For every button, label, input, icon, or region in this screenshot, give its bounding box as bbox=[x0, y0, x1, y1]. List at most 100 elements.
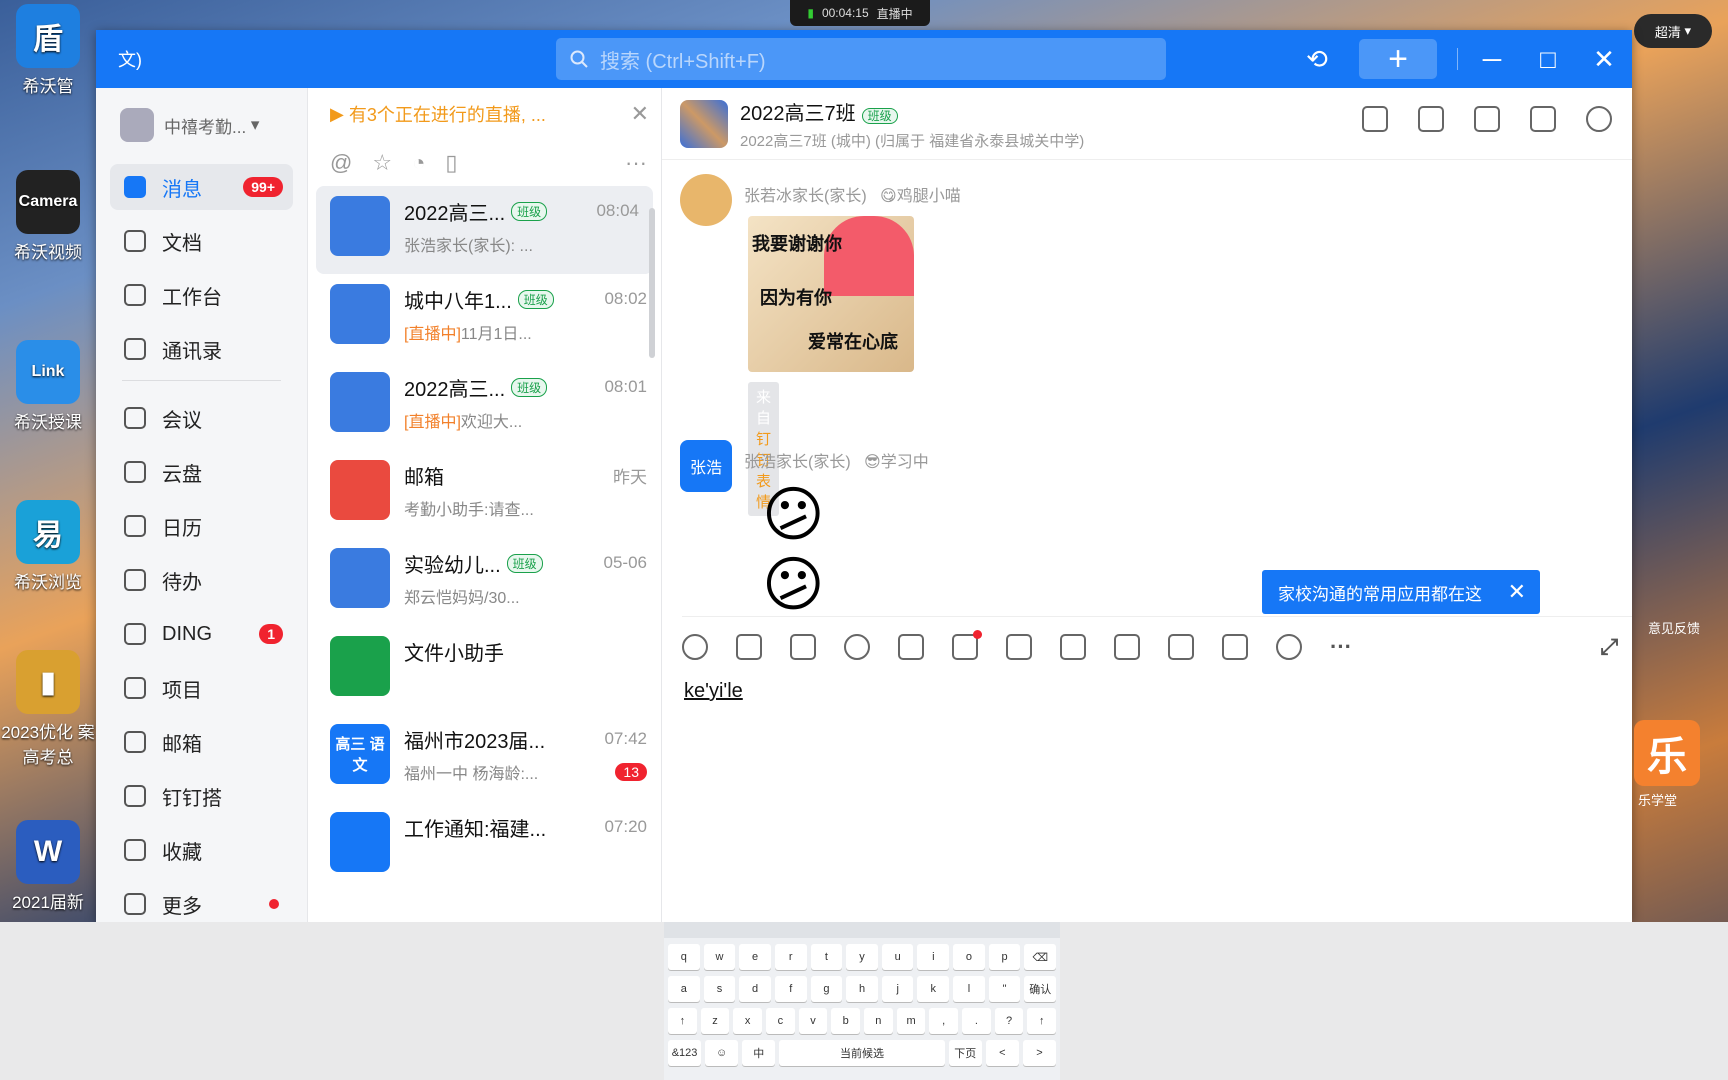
conversation-item[interactable]: 城中八年1... 班级 08:02 [直播中] 11月1日... bbox=[308, 274, 661, 362]
keyboard-key[interactable]: j bbox=[881, 976, 914, 1002]
desktop-icon[interactable]: 盾希沃管 bbox=[0, 4, 96, 97]
sender-avatar[interactable]: 张浩 bbox=[680, 440, 732, 492]
sidebar-item[interactable]: 消息 99+ bbox=[110, 164, 293, 210]
keyboard-key[interactable]: n bbox=[864, 1008, 893, 1034]
desktop-icon[interactable]: Camera 希沃视频 bbox=[0, 170, 96, 263]
keyboard-key[interactable]: b bbox=[831, 1008, 861, 1034]
keyboard-key[interactable]: i bbox=[917, 944, 950, 970]
keyboard-key[interactable]: c bbox=[766, 1008, 795, 1034]
sidebar-item[interactable]: 文档 bbox=[110, 218, 293, 264]
keyboard-key[interactable]: z bbox=[700, 1008, 730, 1034]
sidebar-item[interactable]: 更多 bbox=[110, 881, 293, 927]
conversation-item[interactable]: 高三 语文 福州市2023届... 07:42 福州一中 杨海龄:... 13 bbox=[308, 714, 661, 802]
sidebar-item[interactable]: 邮箱 bbox=[110, 719, 293, 765]
keyboard-key[interactable]: ☺ bbox=[705, 1040, 739, 1066]
keyboard-key[interactable]: r bbox=[774, 944, 807, 970]
keyboard-key[interactable]: , bbox=[929, 1008, 959, 1034]
minimize-button[interactable]: ─ bbox=[1464, 30, 1520, 88]
keyboard-key[interactable]: ↑ bbox=[668, 1008, 697, 1034]
keyboard-key[interactable]: o bbox=[953, 944, 985, 970]
sidebar-item[interactable]: 工作台 bbox=[110, 272, 293, 318]
close-button[interactable]: ✕ bbox=[1576, 30, 1632, 88]
keyboard-key[interactable]: q bbox=[668, 944, 700, 970]
file-filter-icon[interactable]: ▯ bbox=[445, 150, 457, 176]
conversation-item[interactable]: 工作通知:福建... 07:20 bbox=[308, 802, 661, 890]
app-tip-banner[interactable]: 家校沟通的常用应用都在这 ✕ bbox=[1262, 570, 1540, 614]
emoji-icon[interactable] bbox=[682, 633, 708, 660]
keyboard-key[interactable]: g bbox=[810, 976, 843, 1002]
history-button[interactable]: ⟲ bbox=[1289, 30, 1345, 88]
message-input[interactable]: ke'yi'le bbox=[684, 680, 743, 703]
keyboard-key[interactable]: ↑ bbox=[1027, 1008, 1057, 1034]
keyboard-key[interactable]: ⌫ bbox=[1024, 944, 1057, 970]
folder-icon[interactable] bbox=[1474, 106, 1500, 132]
sidebar-item[interactable]: 日历 bbox=[110, 503, 293, 549]
keyboard-key[interactable]: f bbox=[774, 976, 807, 1002]
desktop-icon[interactable]: 易希沃浏览 bbox=[0, 500, 96, 593]
org-switcher[interactable]: 中禧考勤... ▾ bbox=[120, 108, 307, 142]
more-icon[interactable]: ··· bbox=[625, 150, 647, 176]
group-avatar[interactable] bbox=[680, 99, 728, 148]
keyboard-key[interactable]: 中 bbox=[742, 1040, 776, 1066]
sidebar-item[interactable]: 会议 bbox=[110, 395, 293, 441]
sidebar-item[interactable]: 收藏 bbox=[110, 827, 293, 873]
keyboard-key[interactable]: 下页 bbox=[948, 1040, 982, 1066]
sidebar-item[interactable]: 云盘 bbox=[110, 449, 293, 495]
calendar-icon[interactable] bbox=[1060, 633, 1086, 660]
lexuetang-app-icon[interactable]: 乐 bbox=[1634, 720, 1700, 786]
keyboard-key[interactable]: s bbox=[703, 976, 736, 1002]
keyboard-key[interactable]: e bbox=[739, 944, 771, 970]
keyboard-key[interactable]: x bbox=[733, 1008, 763, 1034]
note-icon[interactable] bbox=[952, 629, 982, 660]
sidebar-item[interactable]: 钉钉搭 bbox=[110, 773, 293, 819]
conversation-item[interactable]: 2022高三... 班级 08:04 张浩家长(家长): ... bbox=[316, 186, 653, 274]
conversation-item[interactable]: 邮箱 昨天 考勤小助手:请查... bbox=[308, 450, 661, 538]
mention-filter-icon[interactable]: @ bbox=[330, 150, 352, 176]
keyboard-key[interactable]: > bbox=[1022, 1040, 1057, 1066]
keyboard-key[interactable]: k bbox=[917, 976, 950, 1002]
thumbs-up-icon[interactable] bbox=[736, 633, 762, 660]
sender-avatar[interactable] bbox=[680, 174, 732, 226]
sidebar-item[interactable]: 待办 bbox=[110, 557, 293, 603]
school-icon[interactable] bbox=[1276, 633, 1302, 660]
keyboard-key[interactable]: 当前候选 bbox=[779, 1040, 945, 1066]
keyboard-key[interactable]: u bbox=[881, 944, 914, 970]
conversation-item[interactable]: 实验幼儿... 班级 05-06 郑云恺妈妈/30... bbox=[308, 538, 661, 626]
todo-check-icon[interactable] bbox=[1114, 633, 1140, 660]
desktop-icon[interactable]: W 2021届新 bbox=[0, 820, 96, 913]
close-icon[interactable]: ✕ bbox=[1508, 579, 1526, 605]
desktop-icon[interactable]: ▮ 2023优化 案高考总 bbox=[0, 650, 96, 768]
desktop-icon[interactable]: Link 希沃授课 bbox=[0, 340, 96, 433]
quality-selector[interactable]: 超清 ▾ bbox=[1634, 14, 1712, 48]
keyboard-key[interactable]: d bbox=[739, 976, 771, 1002]
star-filter-icon[interactable]: ☆ bbox=[372, 150, 392, 176]
conversation-item[interactable]: 文件小助手 bbox=[308, 626, 661, 714]
upload-icon[interactable] bbox=[1006, 633, 1032, 660]
keyboard-key[interactable]: < bbox=[985, 1040, 1019, 1066]
speaker-icon[interactable] bbox=[1418, 106, 1444, 132]
keyboard-key[interactable]: a bbox=[668, 976, 700, 1002]
search-history-icon[interactable] bbox=[1530, 106, 1556, 132]
keyboard-key[interactable]: " bbox=[988, 976, 1021, 1002]
keyboard-key[interactable]: y bbox=[846, 944, 878, 970]
settings-gear-icon[interactable] bbox=[1586, 106, 1612, 132]
keyboard-key[interactable]: t bbox=[810, 944, 843, 970]
live-icon[interactable] bbox=[1222, 633, 1248, 660]
keyboard-key[interactable]: l bbox=[953, 976, 985, 1002]
add-button[interactable]: + bbox=[1359, 39, 1437, 79]
close-icon[interactable]: ✕ bbox=[631, 101, 649, 127]
ding-icon[interactable] bbox=[1168, 633, 1194, 660]
search-input[interactable]: 搜索 (Ctrl+Shift+F) bbox=[556, 38, 1166, 80]
mention-icon[interactable] bbox=[844, 633, 870, 660]
scissors-icon[interactable] bbox=[790, 633, 816, 660]
language-indicator[interactable]: 文) bbox=[118, 46, 142, 72]
keyboard-key[interactable]: m bbox=[896, 1008, 926, 1034]
live-notice[interactable]: ▶ 有3个正在进行的直播, ... ✕ bbox=[308, 88, 661, 140]
keyboard-key[interactable]: h bbox=[846, 976, 878, 1002]
scrollbar[interactable] bbox=[649, 208, 655, 358]
more-icon[interactable]: ··· bbox=[1330, 634, 1352, 660]
slash-icon[interactable] bbox=[898, 633, 924, 660]
later-filter-icon[interactable]: ◔ bbox=[412, 150, 425, 176]
sidebar-item[interactable]: 项目 bbox=[110, 665, 293, 711]
conversation-item[interactable]: 2022高三... 班级 08:01 [直播中] 欢迎大... bbox=[308, 362, 661, 450]
